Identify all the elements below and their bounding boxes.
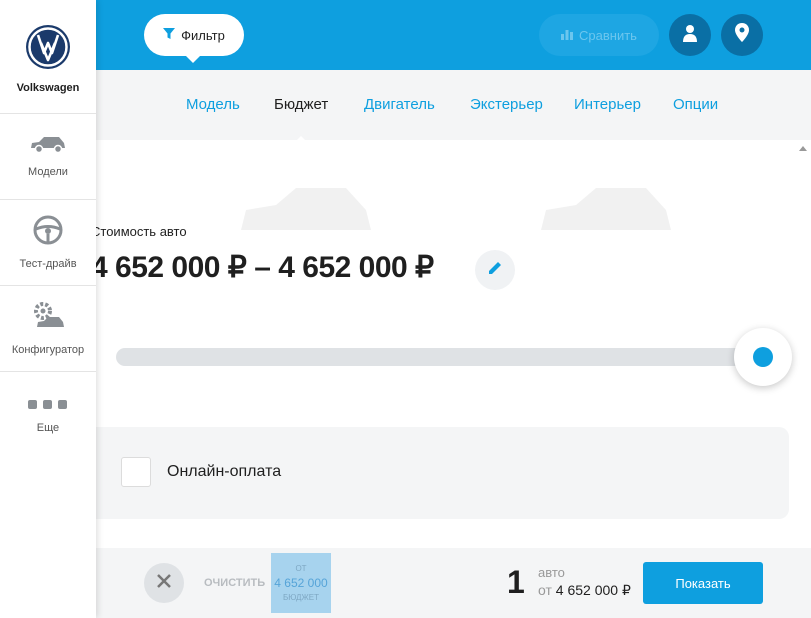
budget-slider-track[interactable] bbox=[116, 348, 756, 366]
result-unit: авто bbox=[538, 565, 565, 580]
clear-button[interactable] bbox=[144, 563, 184, 603]
top-header: Фильтр Сравнить bbox=[96, 0, 811, 70]
chip-value: 4 652 000 bbox=[274, 576, 328, 590]
ghost-car-icon bbox=[236, 180, 376, 255]
chip-prefix: ОТ bbox=[295, 564, 307, 573]
configurator-icon bbox=[31, 301, 65, 336]
tab-model[interactable]: Модель bbox=[186, 96, 240, 113]
show-results-button[interactable]: Показать bbox=[643, 562, 763, 604]
sidebar-item-models[interactable]: Модели bbox=[0, 114, 96, 200]
pencil-icon bbox=[487, 260, 503, 281]
filter-tabs: Модель Бюджет Двигатель Экстерьер Интерь… bbox=[96, 70, 811, 143]
bottom-bar: ОЧИСТИТЬ ОТ 4 652 000 БЮДЖЕТ 1 авто от 4… bbox=[96, 548, 811, 618]
sidebar: Volkswagen Модели Тест-драйв Конфигурато… bbox=[0, 0, 96, 618]
result-min-price: от 4 652 000 ₽ bbox=[538, 582, 631, 599]
tab-budget[interactable]: Бюджет bbox=[274, 96, 328, 143]
map-pin-icon bbox=[735, 23, 749, 47]
sidebar-item-label: Тест-драйв bbox=[19, 258, 77, 270]
sidebar-item-label: Еще bbox=[36, 422, 60, 434]
sidebar-item-test-drive[interactable]: Тест-драйв bbox=[0, 200, 96, 286]
sidebar-item-label: Конфигуратор bbox=[11, 344, 85, 356]
budget-filter-chip[interactable]: ОТ 4 652 000 БЮДЖЕТ bbox=[271, 553, 331, 613]
scroll-up-arrow[interactable] bbox=[799, 146, 807, 151]
chip-caption: БЮДЖЕТ bbox=[282, 593, 319, 602]
bar-chart-icon bbox=[561, 28, 574, 43]
clear-label[interactable]: ОЧИСТИТЬ bbox=[204, 577, 265, 589]
brand-block[interactable]: Volkswagen bbox=[0, 0, 96, 114]
budget-range: 4 652 000 ₽ – 4 652 000 ₽ bbox=[96, 251, 434, 284]
from-word: от bbox=[538, 582, 552, 598]
online-payment-label: Онлайн-оплата bbox=[167, 463, 282, 480]
vw-logo-icon bbox=[25, 24, 71, 75]
steering-wheel-icon bbox=[33, 215, 63, 250]
tab-options[interactable]: Опции bbox=[673, 96, 718, 113]
tab-exterior[interactable]: Экстерьер bbox=[470, 96, 543, 113]
online-payment-checkbox[interactable] bbox=[121, 457, 151, 487]
sidebar-item-configurator[interactable]: Конфигуратор bbox=[0, 286, 96, 372]
more-dots-icon bbox=[28, 396, 68, 414]
budget-panel: Стоимость авто 4 652 000 ₽ – 4 652 000 ₽… bbox=[96, 140, 811, 548]
online-payment-panel: Онлайн-оплата bbox=[96, 427, 789, 519]
min-price-value: 4 652 000 ₽ bbox=[555, 582, 631, 598]
brand-name: Volkswagen bbox=[16, 82, 80, 94]
sidebar-item-label: Модели bbox=[28, 166, 68, 178]
user-icon bbox=[682, 24, 698, 47]
filter-button[interactable]: Фильтр bbox=[144, 14, 244, 63]
tab-engine[interactable]: Двигатель bbox=[364, 96, 435, 113]
ghost-car-icon bbox=[536, 180, 676, 255]
location-button[interactable] bbox=[721, 14, 763, 56]
close-icon bbox=[157, 573, 171, 593]
compare-label: Сравнить bbox=[579, 27, 637, 43]
sidebar-item-more[interactable]: Еще bbox=[0, 372, 96, 458]
slider-dot bbox=[753, 347, 773, 367]
edit-budget-button[interactable] bbox=[475, 250, 515, 290]
account-button[interactable] bbox=[669, 14, 711, 56]
budget-slider-handle[interactable] bbox=[734, 328, 792, 386]
filter-label: Фильтр bbox=[181, 27, 225, 43]
budget-label: Стоимость авто bbox=[96, 224, 187, 239]
compare-button[interactable]: Сравнить bbox=[539, 14, 659, 56]
car-icon bbox=[29, 135, 67, 158]
result-count: 1 bbox=[507, 564, 525, 600]
tab-interior[interactable]: Интерьер bbox=[574, 96, 641, 113]
funnel-icon bbox=[163, 27, 176, 43]
